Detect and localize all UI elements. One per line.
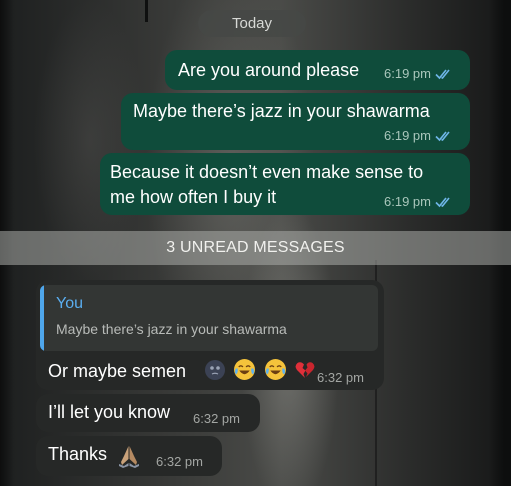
date-separator: Today <box>198 10 306 37</box>
reply-quote-author: You <box>56 295 83 312</box>
message-emojis <box>201 358 316 384</box>
message-meta: 6:19 pm <box>384 66 453 81</box>
message-meta: 6:19 pm <box>384 128 453 143</box>
message-text: Maybe there’s jazz in your shawarma <box>133 101 430 121</box>
outgoing-message[interactable]: Because it doesn’t even make sense to me… <box>100 153 470 215</box>
message-time: 6:32 pm <box>317 370 364 385</box>
face-with-tears-of-joy-icon <box>264 359 286 380</box>
message-time: 6:32 pm <box>193 411 240 426</box>
reply-quote-text: Maybe there’s jazz in your shawarma <box>56 321 287 337</box>
outgoing-message[interactable]: Maybe there’s jazz in your shawarma 6:19… <box>121 93 470 150</box>
reply-quote-accent <box>40 285 44 351</box>
read-receipt-icon <box>435 130 450 141</box>
message-time: 6:19 pm <box>384 194 431 209</box>
incoming-message[interactable]: I’ll let you know 6:32 pm <box>36 394 260 432</box>
message-time: 6:32 pm <box>156 454 203 469</box>
message-text: Thanks <box>48 444 108 464</box>
reply-quote[interactable]: You Maybe there’s jazz in your shawarma <box>40 285 378 351</box>
outgoing-message[interactable]: Are you around please 6:19 pm <box>165 50 470 90</box>
message-text-line1: Because it doesn’t even make sense to <box>110 162 424 182</box>
message-text-line2: me how often I buy it <box>110 187 277 207</box>
message-text: Or maybe semen <box>48 361 187 381</box>
unread-messages-separator: 3 UNREAD MESSAGES <box>0 231 511 265</box>
message-time: 6:19 pm <box>384 128 431 143</box>
broken-heart-icon <box>295 361 315 378</box>
message-text: I’ll let you know <box>48 402 171 422</box>
message-meta: 6:19 pm <box>384 194 453 209</box>
message-text: Are you around please <box>178 60 360 80</box>
face-with-tears-of-joy-icon <box>234 359 256 380</box>
read-receipt-icon <box>435 68 450 79</box>
read-receipt-icon <box>435 196 450 207</box>
incoming-message[interactable]: Thanks 6:32 pm <box>36 436 222 476</box>
folded-hands-icon <box>119 446 139 468</box>
message-time: 6:19 pm <box>384 66 431 81</box>
new-moon-face-icon <box>205 359 225 380</box>
